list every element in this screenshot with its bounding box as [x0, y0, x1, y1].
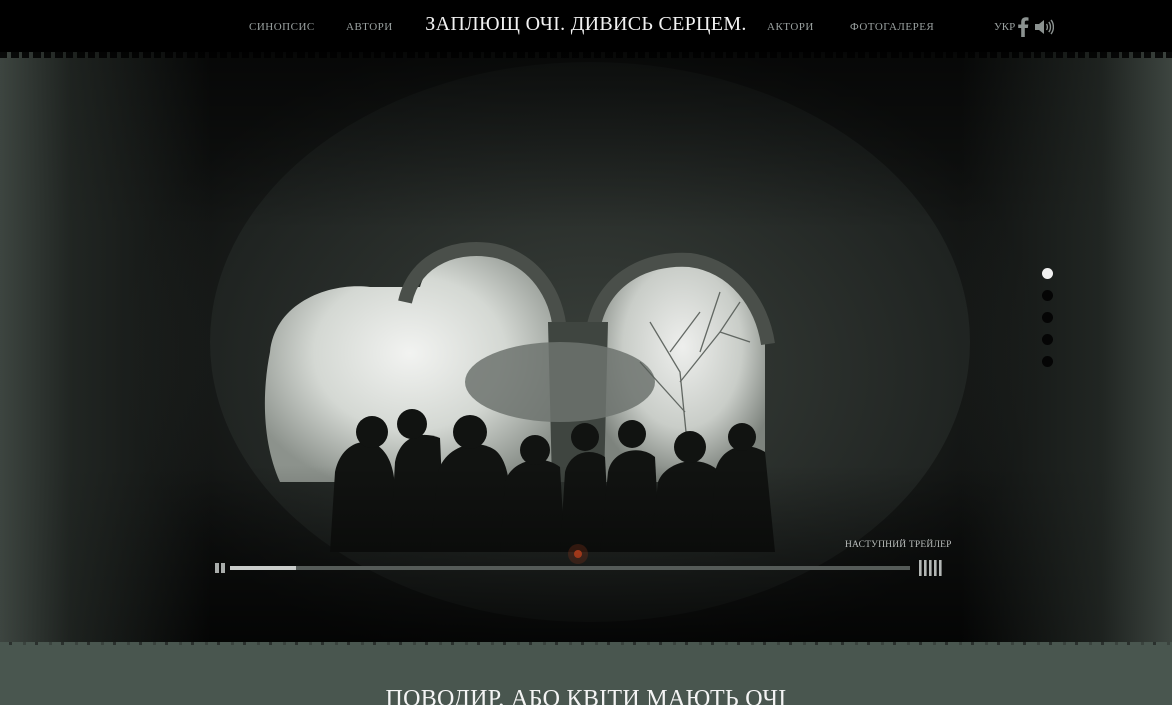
nav-synopsis-link[interactable]: СИНОПСИС	[249, 21, 315, 33]
language-switch[interactable]: УКР	[994, 21, 1015, 33]
sound-icon[interactable]	[1034, 18, 1054, 36]
video-progress-bar[interactable]	[230, 566, 910, 570]
slide-dot-3[interactable]	[1042, 312, 1053, 323]
video-vignette	[0, 52, 1172, 642]
nav-gallery-link[interactable]: ФОТОГАЛЕРЕЯ	[850, 21, 934, 33]
trailer-video-area[interactable]: НАСТУПНИЙ ТРЕЙЛЕР	[0, 52, 1172, 642]
volume-bars-icon[interactable]	[919, 560, 943, 576]
film-title-heading: ПОВОДИР, АБО КВІТИ МАЮТЬ ОЧІ	[385, 686, 787, 705]
slide-dot-1[interactable]	[1042, 268, 1053, 279]
film-section: ПОВОДИР, АБО КВІТИ МАЮТЬ ОЧІ	[0, 642, 1172, 705]
pause-icon[interactable]	[214, 562, 226, 574]
nav-authors-link[interactable]: АВТОРИ	[346, 21, 393, 33]
nav-actors-link[interactable]: АКТОРИ	[767, 21, 814, 33]
next-trailer-link[interactable]: НАСТУПНИЙ ТРЕЙЛЕР	[845, 540, 952, 550]
video-progress-fill	[230, 566, 296, 570]
slide-dot-4[interactable]	[1042, 334, 1053, 345]
slide-dot-2[interactable]	[1042, 290, 1053, 301]
facebook-icon[interactable]	[1017, 17, 1029, 37]
slide-dot-5[interactable]	[1042, 356, 1053, 367]
site-title[interactable]: ЗАПЛЮЩ ОЧІ. ДИВИСЬ СЕРЦЕМ.	[425, 13, 746, 35]
top-navigation-bar: СИНОПСИС АВТОРИ ЗАПЛЮЩ ОЧІ. ДИВИСЬ СЕРЦЕ…	[0, 0, 1172, 58]
